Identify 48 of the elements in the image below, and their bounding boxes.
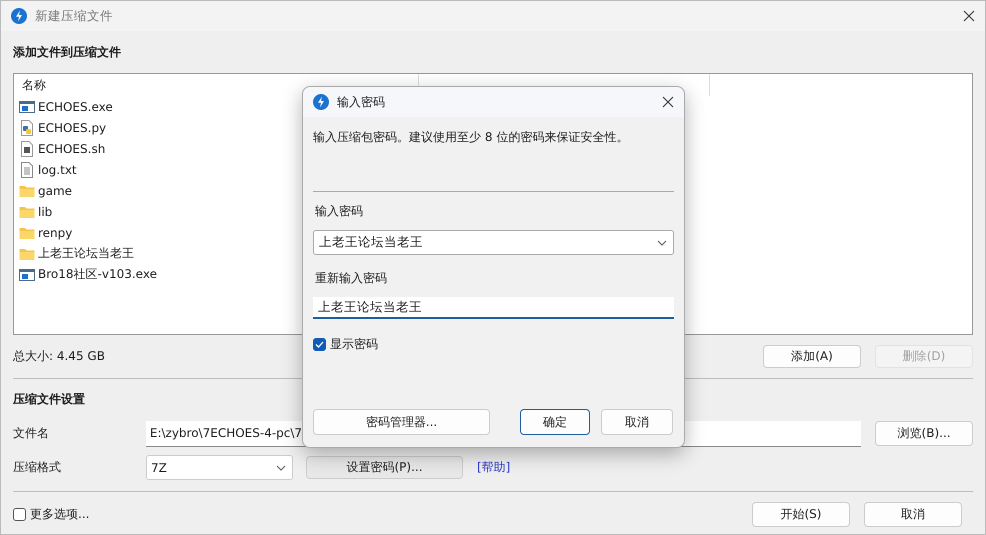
file-name[interactable]: renpy [38,226,72,240]
confirm-password-field[interactable]: 上老王论坛当老王 [313,297,674,319]
password-combobox[interactable]: 上老王论坛当老王 [313,230,674,255]
script-file-icon [19,140,35,156]
dialog-title: 输入密码 [337,94,386,110]
chevron-down-icon [657,240,667,246]
close-icon[interactable] [963,10,975,22]
column-header[interactable]: 名称 [22,78,46,92]
file-name[interactable]: lib [38,204,52,218]
file-name[interactable]: log.txt [38,162,77,176]
cancel-button[interactable]: 取消 [864,502,962,527]
program-window-icon [19,266,35,282]
checkmark-icon [315,340,324,348]
more-options-checkbox[interactable] [13,508,26,521]
set-password-button[interactable]: 设置密码(P)... [306,456,463,479]
app-icon [313,94,329,110]
file-name[interactable]: game [38,184,72,198]
add-button[interactable]: 添加(A) [763,345,861,368]
app-icon [11,8,27,24]
ok-button[interactable]: 确定 [520,409,590,435]
total-size: 总大小: 4.45 GB [13,348,105,365]
text-file-icon [19,162,35,178]
field-label: 重新输入密码 [315,271,387,285]
file-name[interactable]: ECHOES.py [38,120,106,134]
file-name[interactable]: ECHOES.exe [38,100,113,114]
help-link[interactable]: [帮助] [477,459,510,476]
file-name[interactable]: Bro18社区-v103.exe [38,266,157,283]
field-label: 输入密码 [315,204,363,218]
field-label: 文件名 [13,425,50,442]
password-manager-button[interactable]: 密码管理器... [313,409,490,435]
start-button[interactable]: 开始(S) [752,502,850,527]
checkbox-label: 更多选项... [30,506,90,523]
cancel-button[interactable]: 取消 [601,409,673,435]
checkbox-label: 显示密码 [330,336,378,352]
python-file-icon [19,120,35,136]
close-icon[interactable] [662,96,674,108]
section-heading: 压缩文件设置 [13,392,85,406]
field-label: 压缩格式 [13,459,62,476]
window-title: 新建压缩文件 [35,8,114,24]
chevron-down-icon [276,464,286,470]
section-heading: 添加文件到压缩文件 [13,45,121,59]
program-window-icon [19,98,35,114]
show-password-checkbox[interactable] [313,338,326,350]
dialog-description: 输入压缩包密码。建议使用至少 8 位的密码来保证安全性。 [313,130,628,144]
file-name[interactable]: ECHOES.sh [38,142,106,156]
browse-button[interactable]: 浏览(B)... [875,421,973,446]
file-name[interactable]: 上老王论坛当老王 [38,245,134,262]
format-dropdown[interactable]: 7Z [146,455,293,480]
